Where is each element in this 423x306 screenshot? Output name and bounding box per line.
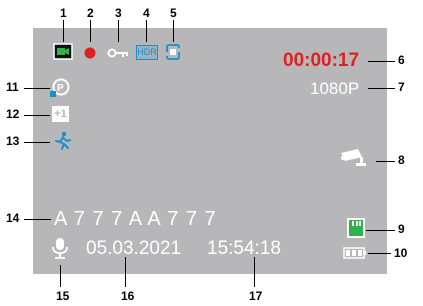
callout-11: 11: [6, 80, 19, 94]
callout-13: 13: [6, 134, 20, 148]
leader-line-14: [24, 219, 51, 220]
leader-line-12: [24, 115, 50, 116]
leader-line-7: [368, 88, 395, 89]
leader-line-3: [118, 20, 119, 42]
leader-line-5: [173, 20, 174, 42]
loop-record-icon: [166, 44, 180, 60]
callout-7: 7: [398, 80, 405, 94]
callout-14: 14: [6, 211, 20, 225]
recording-timer: 00:00:17: [283, 50, 360, 71]
callout-16: 16: [121, 289, 135, 303]
microphone-icon: [52, 238, 68, 259]
callout-15: 15: [56, 289, 70, 303]
callout-8: 8: [398, 153, 405, 167]
leader-line-15: [60, 265, 61, 287]
resolution-label: 1080P: [310, 79, 360, 98]
callout-4: 4: [143, 6, 150, 20]
sd-card-icon: [347, 218, 365, 238]
time-label: 15:54:18: [207, 238, 281, 259]
cctv-camera-icon: [341, 149, 366, 166]
svg-text:P: P: [57, 83, 64, 94]
leader-line-8: [376, 161, 395, 162]
motion-detection-icon: [55, 131, 71, 150]
lock-key-icon: [107, 48, 128, 58]
record-dot-icon: [84, 47, 96, 59]
callout-17: 17: [249, 289, 263, 303]
leader-line-16: [125, 257, 126, 287]
leader-line-2: [90, 20, 91, 42]
hdr-icon: HDR: [136, 45, 158, 60]
auto-rotate-icon: P: [50, 78, 70, 97]
battery-icon: [343, 247, 366, 259]
callout-2: 2: [87, 6, 94, 20]
callout-9: 9: [398, 222, 405, 236]
leader-line-1: [63, 20, 64, 42]
leader-line-17: [254, 257, 255, 287]
leader-line-6: [368, 61, 395, 62]
leader-line-11: [24, 88, 50, 89]
video-mode-icon: [53, 43, 73, 60]
callout-5: 5: [170, 6, 177, 20]
callout-3: 3: [115, 6, 122, 20]
leader-line-4: [146, 20, 147, 42]
callout-6: 6: [398, 53, 405, 67]
license-plate-text: A 7 7 7 A A 7 7 7: [54, 208, 217, 230]
leader-line-9: [366, 230, 395, 231]
leader-line-10: [368, 253, 391, 254]
date-label: 05.03.2021: [86, 238, 182, 259]
callout-12: 12: [6, 107, 20, 121]
callout-10: 10: [394, 246, 408, 260]
callout-1: 1: [60, 6, 67, 20]
exposure-icon: +1: [52, 106, 69, 122]
leader-line-13: [24, 142, 50, 143]
